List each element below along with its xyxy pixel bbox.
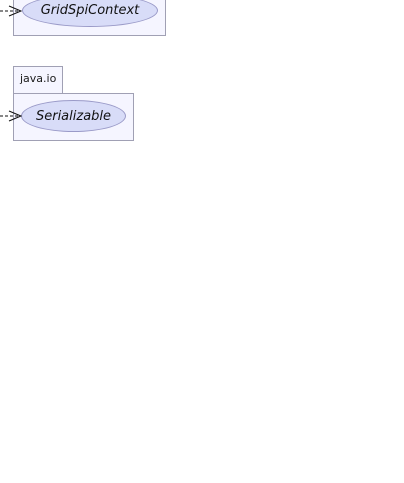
package-name: java.io bbox=[20, 72, 57, 85]
diagram-canvas: GridSpiContext java.io Serializable bbox=[0, 0, 404, 483]
node-serializable[interactable]: Serializable bbox=[21, 100, 126, 132]
node-label: GridSpiContext bbox=[40, 3, 140, 18]
package-tab-java-io: java.io bbox=[13, 66, 64, 93]
node-label: Serializable bbox=[35, 108, 112, 124]
